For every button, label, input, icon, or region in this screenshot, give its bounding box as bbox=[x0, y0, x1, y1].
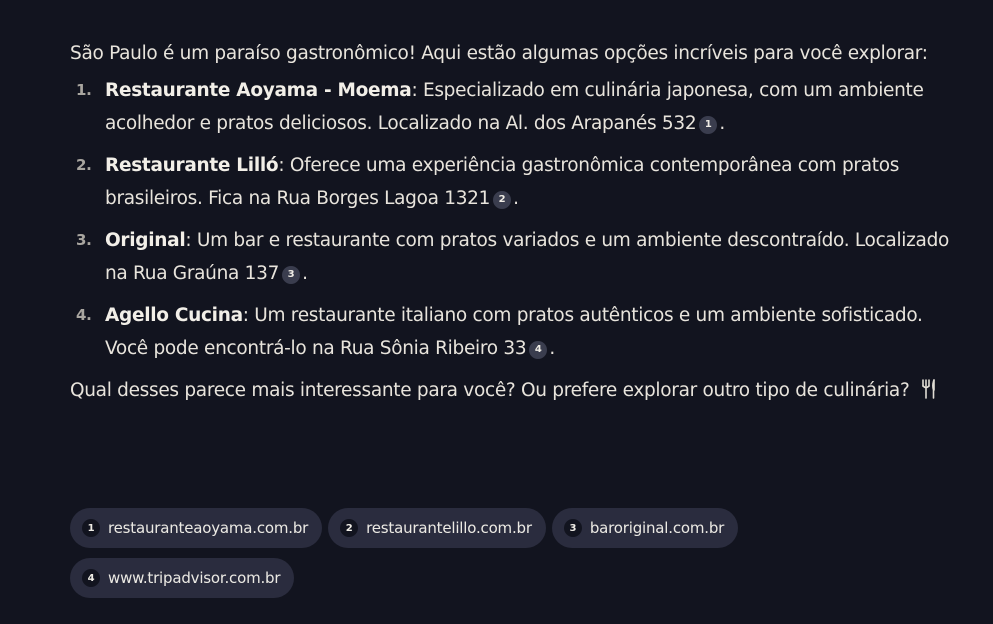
list-item: 2. Restaurante Lilló: Oferece uma experi… bbox=[70, 149, 950, 215]
assistant-message: São Paulo é um paraíso gastronômico! Aqu… bbox=[70, 37, 950, 407]
list-item-number: 3. bbox=[76, 231, 92, 249]
sentence-end: . bbox=[719, 113, 725, 134]
list-item-number: 4. bbox=[76, 306, 92, 324]
source-number-badge: 1 bbox=[82, 519, 100, 537]
source-link-label: restaurantelillo.com.br bbox=[366, 519, 532, 537]
source-chip[interactable]: 3 baroriginal.com.br bbox=[551, 508, 739, 548]
citation-badge[interactable]: 4 bbox=[529, 340, 548, 359]
source-link-label: restauranteaoyama.com.br bbox=[108, 519, 309, 537]
source-number-badge: 3 bbox=[563, 519, 582, 537]
source-link-label: baroriginal.com.br bbox=[589, 519, 725, 537]
restaurant-name: Restaurante Aoyama - Moema bbox=[105, 80, 412, 101]
source-chip[interactable]: 1 restauranteaoyama.com.br bbox=[70, 508, 323, 548]
restaurant-name: Agello Cucina bbox=[105, 305, 243, 326]
sentence-end: . bbox=[302, 263, 308, 284]
list-item-number: 1. bbox=[76, 81, 92, 99]
list-item: 1. Restaurante Aoyama - Moema: Especiali… bbox=[70, 74, 950, 140]
citation-badge[interactable]: 3 bbox=[282, 265, 301, 284]
fork-knife-icon bbox=[921, 379, 937, 401]
outro-text: Qual desses parece mais interessante par… bbox=[70, 380, 910, 401]
source-link-label: www.tripadvisor.com.br bbox=[108, 569, 281, 587]
message-outro: Qual desses parece mais interessante par… bbox=[70, 374, 950, 407]
citation-badge[interactable]: 1 bbox=[699, 115, 718, 134]
source-number-badge: 4 bbox=[82, 569, 100, 587]
source-number-badge: 2 bbox=[340, 519, 359, 537]
sentence-end: . bbox=[549, 338, 555, 359]
source-chips: 1 restauranteaoyama.com.br 2 restaurante… bbox=[70, 508, 950, 608]
message-intro: São Paulo é um paraíso gastronômico! Aqu… bbox=[70, 43, 928, 64]
restaurant-description: : Um bar e restaurante com pratos variad… bbox=[105, 230, 950, 284]
list-item-number: 2. bbox=[76, 156, 92, 174]
restaurant-name: Original bbox=[105, 230, 186, 251]
sentence-end: . bbox=[513, 188, 519, 209]
list-item: 4. Agello Cucina: Um restaurante italian… bbox=[70, 299, 950, 365]
source-chip[interactable]: 2 restaurantelillo.com.br bbox=[328, 508, 546, 548]
source-chip[interactable]: 4 www.tripadvisor.com.br bbox=[70, 558, 295, 598]
restaurant-list: 1. Restaurante Aoyama - Moema: Especiali… bbox=[70, 74, 950, 365]
list-item: 3. Original: Um bar e restaurante com pr… bbox=[70, 224, 950, 290]
restaurant-name: Restaurante Lilló bbox=[105, 155, 279, 176]
citation-badge[interactable]: 2 bbox=[493, 190, 512, 209]
